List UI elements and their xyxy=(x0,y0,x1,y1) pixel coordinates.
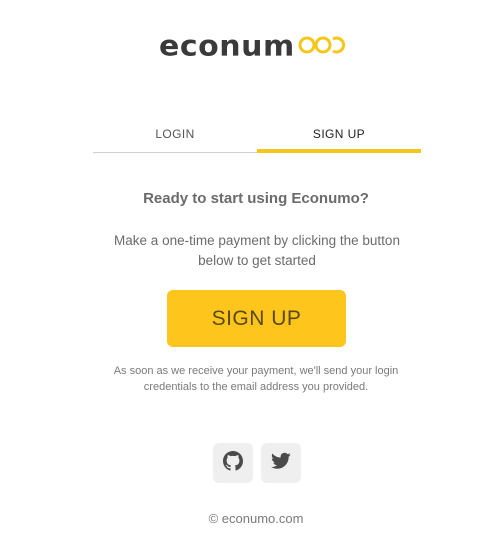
social-links xyxy=(213,443,301,483)
logo-text: econum xyxy=(159,29,295,64)
footer-copyright: © econumo.com xyxy=(208,511,304,526)
econumo-logo: econum xyxy=(159,31,355,63)
sign-up-button-label: SIGN UP xyxy=(211,306,302,330)
auth-tabs: LOGIN SIGN UP xyxy=(93,115,421,153)
tab-login[interactable]: LOGIN xyxy=(93,115,257,153)
sign-up-button[interactable]: SIGN UP xyxy=(167,290,346,347)
signup-page: econum LOGIN SIGN UP Ready to start usin… xyxy=(0,0,500,547)
tab-signup[interactable]: SIGN UP xyxy=(257,115,421,153)
signup-headline: Ready to start using Econumo? xyxy=(143,190,369,207)
twitter-icon xyxy=(271,452,291,475)
signup-description: Make a one-time payment by clicking the … xyxy=(114,233,400,268)
tab-signup-label: SIGN UP xyxy=(312,126,366,141)
twitter-link[interactable] xyxy=(261,443,301,483)
logo-rings-icon xyxy=(297,34,355,61)
github-icon xyxy=(223,450,243,476)
payment-note: As soon as we receive your payment, we'l… xyxy=(113,365,399,393)
tab-login-label: LOGIN xyxy=(155,126,195,141)
github-link[interactable] xyxy=(213,443,253,483)
